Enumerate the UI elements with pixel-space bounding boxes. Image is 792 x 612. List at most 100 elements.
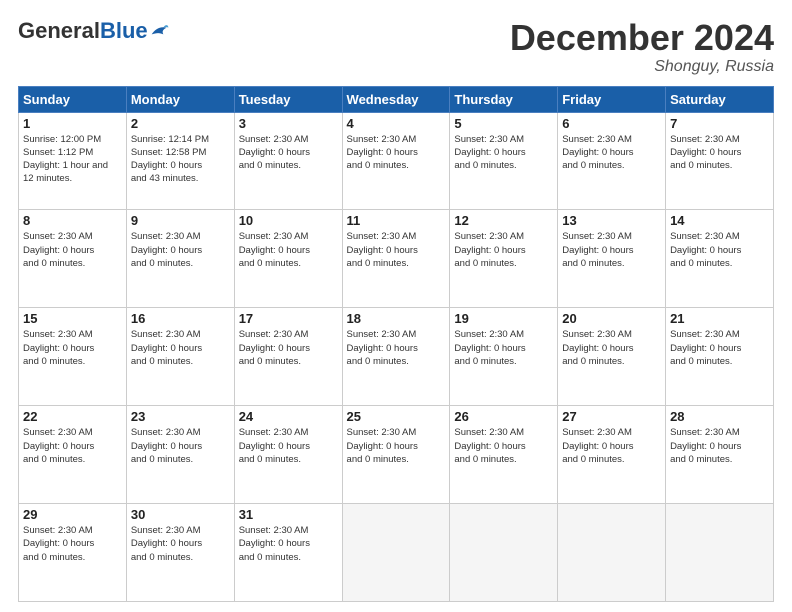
day-number: 30	[131, 507, 230, 522]
logo-blue: Blue	[100, 18, 148, 44]
calendar-cell: 19Sunset: 2:30 AM Daylight: 0 hours and …	[450, 308, 558, 406]
calendar-cell: 24 Sunset: 2:30 AM Daylight: 0 hours and …	[234, 406, 342, 504]
day-info: Sunset: 2:30 AM Daylight: 0 hours and 0 …	[670, 426, 769, 466]
day-info: Sunset: 2:30 AM Daylight: 0 hours and 0 …	[454, 133, 553, 173]
calendar-cell: 11 Sunset: 2:30 AM Daylight: 0 hours and …	[342, 210, 450, 308]
day-info: Sunset: 2:30 AM Daylight: 0 hours and 0 …	[131, 328, 230, 368]
col-sunday: Sunday	[19, 86, 127, 112]
day-info: Sunset: 2:30 AM Daylight: 0 hours and 0 …	[562, 230, 661, 270]
calendar-cell: 13 Sunset: 2:30 AM Daylight: 0 hours and …	[558, 210, 666, 308]
calendar-cell: 8 Sunset: 2:30 AM Daylight: 0 hours and 0…	[19, 210, 127, 308]
col-friday: Friday	[558, 86, 666, 112]
day-number: 14	[670, 213, 769, 228]
calendar-cell: 29Sunset: 2:30 AM Daylight: 0 hours and …	[19, 504, 127, 602]
day-info: Sunset: 2:30 AM Daylight: 0 hours and 0 …	[347, 133, 446, 173]
day-info: Sunset: 2:30 AM Daylight: 0 hours and 0 …	[670, 230, 769, 270]
col-thursday: Thursday	[450, 86, 558, 112]
day-info: Sunset: 2:30 AM Daylight: 0 hours and 0 …	[131, 426, 230, 466]
month-title: December 2024	[510, 18, 774, 58]
day-info: Sunset: 2:30 AM Daylight: 0 hours and 0 …	[239, 524, 338, 564]
day-number: 27	[562, 409, 661, 424]
day-number: 4	[347, 116, 446, 131]
calendar-cell: 20Sunset: 2:30 AM Daylight: 0 hours and …	[558, 308, 666, 406]
calendar-cell	[450, 504, 558, 602]
day-number: 24	[239, 409, 338, 424]
calendar-cell	[666, 504, 774, 602]
day-info: Sunset: 2:30 AM Daylight: 0 hours and 0 …	[670, 328, 769, 368]
logo-general: General	[18, 18, 100, 44]
day-info: Sunset: 2:30 AM Daylight: 0 hours and 0 …	[131, 230, 230, 270]
calendar-cell: 14 Sunset: 2:30 AM Daylight: 0 hours and …	[666, 210, 774, 308]
day-info: Sunset: 2:30 AM Daylight: 0 hours and 0 …	[239, 230, 338, 270]
calendar-cell: 16 Sunset: 2:30 AM Daylight: 0 hours and …	[126, 308, 234, 406]
day-number: 18	[347, 311, 446, 326]
day-number: 15	[23, 311, 122, 326]
day-info: Sunset: 2:30 AM Daylight: 0 hours and 0 …	[347, 426, 446, 466]
day-number: 25	[347, 409, 446, 424]
day-number: 19	[454, 311, 553, 326]
col-tuesday: Tuesday	[234, 86, 342, 112]
calendar-cell: 17 Sunset: 2:30 AM Daylight: 0 hours and …	[234, 308, 342, 406]
day-info: Sunset: 2:30 AM Daylight: 0 hours and 0 …	[347, 328, 446, 368]
calendar-cell: 6Sunset: 2:30 AM Daylight: 0 hours and 0…	[558, 112, 666, 210]
col-wednesday: Wednesday	[342, 86, 450, 112]
calendar-cell: 27 Sunset: 2:30 AM Daylight: 0 hours and …	[558, 406, 666, 504]
calendar-row: 29Sunset: 2:30 AM Daylight: 0 hours and …	[19, 504, 774, 602]
calendar-cell: 4 Sunset: 2:30 AM Daylight: 0 hours and 0…	[342, 112, 450, 210]
day-number: 3	[239, 116, 338, 131]
day-info: Sunset: 2:30 AM Daylight: 0 hours and 0 …	[23, 230, 122, 270]
col-saturday: Saturday	[666, 86, 774, 112]
day-number: 2	[131, 116, 230, 131]
day-info: Sunset: 2:30 AM Daylight: 0 hours and 0 …	[347, 230, 446, 270]
day-number: 5	[454, 116, 553, 131]
day-number: 22	[23, 409, 122, 424]
day-number: 31	[239, 507, 338, 522]
day-info: Sunset: 2:30 AM Daylight: 0 hours and 0 …	[23, 426, 122, 466]
header: GeneralBlue December 2024 Shonguy, Russi…	[18, 18, 774, 76]
calendar-cell: 3Sunset: 2:30 AM Daylight: 0 hours and 0…	[234, 112, 342, 210]
day-number: 17	[239, 311, 338, 326]
day-info: Sunrise: 12:14 PM Sunset: 12:58 PM Dayli…	[131, 133, 230, 186]
day-info: Sunset: 2:30 AM Daylight: 0 hours and 0 …	[239, 328, 338, 368]
page: GeneralBlue December 2024 Shonguy, Russi…	[0, 0, 792, 612]
day-number: 21	[670, 311, 769, 326]
day-number: 11	[347, 213, 446, 228]
day-info: Sunset: 2:30 AM Daylight: 0 hours and 0 …	[131, 524, 230, 564]
day-info: Sunset: 2:30 AM Daylight: 0 hours and 0 …	[670, 133, 769, 173]
day-info: Sunset: 2:30 AM Daylight: 0 hours and 0 …	[454, 230, 553, 270]
calendar-row: 1Sunrise: 12:00 PM Sunset: 1:12 PM Dayli…	[19, 112, 774, 210]
calendar-cell: 31 Sunset: 2:30 AM Daylight: 0 hours and …	[234, 504, 342, 602]
calendar-cell	[342, 504, 450, 602]
day-info: Sunset: 2:30 AM Daylight: 0 hours and 0 …	[23, 328, 122, 368]
day-info: Sunset: 2:30 AM Daylight: 0 hours and 0 …	[239, 426, 338, 466]
calendar-cell: 28 Sunset: 2:30 AM Daylight: 0 hours and …	[666, 406, 774, 504]
calendar-row: 22 Sunset: 2:30 AM Daylight: 0 hours and …	[19, 406, 774, 504]
calendar-cell: 9Sunset: 2:30 AM Daylight: 0 hours and 0…	[126, 210, 234, 308]
calendar-cell	[558, 504, 666, 602]
calendar-cell: 25 Sunset: 2:30 AM Daylight: 0 hours and …	[342, 406, 450, 504]
day-info: Sunset: 2:30 AM Daylight: 0 hours and 0 …	[23, 524, 122, 564]
day-number: 6	[562, 116, 661, 131]
calendar-cell: 5 Sunset: 2:30 AM Daylight: 0 hours and 0…	[450, 112, 558, 210]
calendar-cell: 22 Sunset: 2:30 AM Daylight: 0 hours and …	[19, 406, 127, 504]
bird-icon	[150, 22, 170, 40]
calendar-cell: 12 Sunset: 2:30 AM Daylight: 0 hours and …	[450, 210, 558, 308]
calendar-cell: 26Sunset: 2:30 AM Daylight: 0 hours and …	[450, 406, 558, 504]
day-info: Sunset: 2:30 AM Daylight: 0 hours and 0 …	[562, 426, 661, 466]
day-info: Sunset: 2:30 AM Daylight: 0 hours and 0 …	[562, 328, 661, 368]
calendar-cell: 2 Sunrise: 12:14 PM Sunset: 12:58 PM Dayl…	[126, 112, 234, 210]
day-number: 16	[131, 311, 230, 326]
day-number: 28	[670, 409, 769, 424]
day-info: Sunrise: 12:00 PM Sunset: 1:12 PM Daylig…	[23, 133, 122, 186]
title-block: December 2024 Shonguy, Russia	[510, 18, 774, 76]
calendar-cell: 23Sunset: 2:30 AM Daylight: 0 hours and …	[126, 406, 234, 504]
calendar-cell: 18 Sunset: 2:30 AM Daylight: 0 hours and …	[342, 308, 450, 406]
calendar-cell: 30 Sunset: 2:30 AM Daylight: 0 hours and …	[126, 504, 234, 602]
calendar-cell: 7 Sunset: 2:30 AM Daylight: 0 hours and 0…	[666, 112, 774, 210]
day-number: 8	[23, 213, 122, 228]
logo: GeneralBlue	[18, 18, 170, 44]
day-number: 7	[670, 116, 769, 131]
day-number: 13	[562, 213, 661, 228]
day-number: 12	[454, 213, 553, 228]
calendar-cell: 21 Sunset: 2:30 AM Daylight: 0 hours and …	[666, 308, 774, 406]
